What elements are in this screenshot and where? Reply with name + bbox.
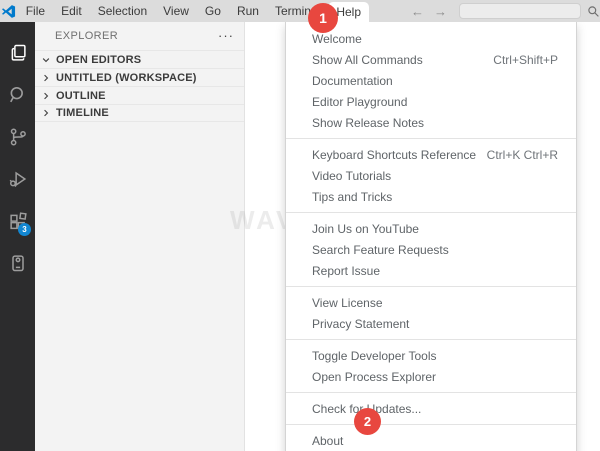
menu-item-report-issue[interactable]: Report Issue	[286, 260, 576, 281]
menubar-go[interactable]: Go	[197, 0, 229, 22]
vscode-window: File Edit Selection View Go Run Terminal…	[0, 0, 600, 451]
chevron-right-icon	[39, 106, 53, 120]
menu-item-label: Open Process Explorer	[312, 370, 436, 384]
menu-item-label: Toggle Developer Tools	[312, 349, 437, 363]
chevron-down-icon	[39, 53, 53, 67]
section-timeline[interactable]: TIMELINE	[35, 104, 244, 122]
menu-separator	[286, 339, 576, 340]
menu-item-toggle-developer-tools[interactable]: Toggle Developer Tools	[286, 345, 576, 366]
menu-item-label: Join Us on YouTube	[312, 222, 419, 236]
back-arrow-icon[interactable]: ←	[411, 4, 424, 19]
menu-separator	[286, 286, 576, 287]
menu-item-label: Video Tutorials	[312, 169, 391, 183]
menubar-selection[interactable]: Selection	[90, 0, 155, 22]
menu-item-show-all-commands[interactable]: Show All Commands Ctrl+Shift+P	[286, 49, 576, 70]
menu-item-video-tutorials[interactable]: Video Tutorials	[286, 165, 576, 186]
menu-item-show-release-notes[interactable]: Show Release Notes	[286, 112, 576, 133]
menu-item-join-us-on-youtube[interactable]: Join Us on YouTube	[286, 218, 576, 239]
annotation-step-1: 1	[308, 3, 338, 33]
menu-item-open-process-explorer[interactable]: Open Process Explorer	[286, 366, 576, 387]
menu-item-label: Show Release Notes	[312, 116, 424, 130]
vscode-logo-icon	[0, 4, 18, 19]
menu-item-about[interactable]: About	[286, 430, 576, 451]
menu-item-documentation[interactable]: Documentation	[286, 70, 576, 91]
history-nav: ← →	[411, 4, 447, 19]
menu-item-editor-playground[interactable]: Editor Playground	[286, 91, 576, 112]
menu-item-label: Welcome	[312, 32, 362, 46]
menu-item-shortcut: Ctrl+K Ctrl+R	[487, 148, 558, 162]
chevron-right-icon	[39, 89, 53, 103]
titlebar: File Edit Selection View Go Run Terminal…	[0, 0, 600, 22]
menubar-edit[interactable]: Edit	[53, 0, 90, 22]
chevron-right-icon	[39, 71, 53, 85]
explorer-sidebar: EXPLORER ··· OPEN EDITORS UNTITLED (WORK…	[35, 22, 245, 451]
activity-bar: 3	[0, 22, 35, 451]
menubar-run[interactable]: Run	[229, 0, 267, 22]
extensions-icon[interactable]: 3	[0, 200, 35, 242]
menu-item-keyboard-shortcuts-reference[interactable]: Keyboard Shortcuts Reference Ctrl+K Ctrl…	[286, 144, 576, 165]
explorer-icon[interactable]	[0, 32, 35, 74]
menu-item-label: Search Feature Requests	[312, 243, 449, 257]
source-control-icon[interactable]	[0, 116, 35, 158]
sidebar-title: EXPLORER	[55, 30, 118, 42]
command-center-searchbox[interactable]	[459, 3, 581, 19]
menu-item-view-license[interactable]: View License	[286, 292, 576, 313]
run-and-debug-icon[interactable]	[0, 158, 35, 200]
menu-item-label: Privacy Statement	[312, 317, 409, 331]
menu-item-shortcut: Ctrl+Shift+P	[493, 53, 558, 67]
section-label: TIMELINE	[56, 107, 109, 119]
section-open-editors[interactable]: OPEN EDITORS	[35, 50, 244, 68]
menu-item-privacy-statement[interactable]: Privacy Statement	[286, 313, 576, 334]
menu-item-tips-and-tricks[interactable]: Tips and Tricks	[286, 186, 576, 207]
help-menu: Welcome Show All Commands Ctrl+Shift+P D…	[285, 22, 577, 451]
menu-separator	[286, 424, 576, 425]
menubar-file[interactable]: File	[18, 0, 53, 22]
menu-item-label: Documentation	[312, 74, 393, 88]
menu-item-label: View License	[312, 296, 383, 310]
sidebar-header: EXPLORER ···	[35, 22, 244, 50]
section-outline[interactable]: OUTLINE	[35, 86, 244, 104]
search-sidebar-icon[interactable]	[0, 74, 35, 116]
menu-item-search-feature-requests[interactable]: Search Feature Requests	[286, 239, 576, 260]
menu-separator	[286, 138, 576, 139]
section-label: OPEN EDITORS	[56, 54, 141, 66]
section-label: UNTITLED (WORKSPACE)	[56, 72, 197, 84]
menu-item-check-for-updates[interactable]: Check for Updates...	[286, 398, 576, 419]
annotation-step-2: 2	[354, 408, 381, 435]
menu-separator	[286, 392, 576, 393]
search-icon[interactable]	[587, 5, 600, 18]
extensions-badge: 3	[18, 223, 31, 236]
menubar-view[interactable]: View	[155, 0, 197, 22]
menu-separator	[286, 212, 576, 213]
menu-item-label: Editor Playground	[312, 95, 407, 109]
menu-item-label: Tips and Tricks	[312, 190, 392, 204]
menu-item-label: Report Issue	[312, 264, 380, 278]
more-actions-icon[interactable]: ···	[218, 33, 234, 39]
menu-item-label: Keyboard Shortcuts Reference	[312, 148, 476, 162]
menu-item-label: About	[312, 434, 343, 448]
remote-explorer-icon[interactable]	[0, 242, 35, 284]
forward-arrow-icon[interactable]: →	[434, 4, 447, 19]
section-untitled-workspace[interactable]: UNTITLED (WORKSPACE)	[35, 68, 244, 86]
section-label: OUTLINE	[56, 90, 106, 102]
workbench: 3 EXPLORER ··· OPEN EDITORS	[0, 22, 600, 451]
menu-item-label: Show All Commands	[312, 53, 423, 67]
